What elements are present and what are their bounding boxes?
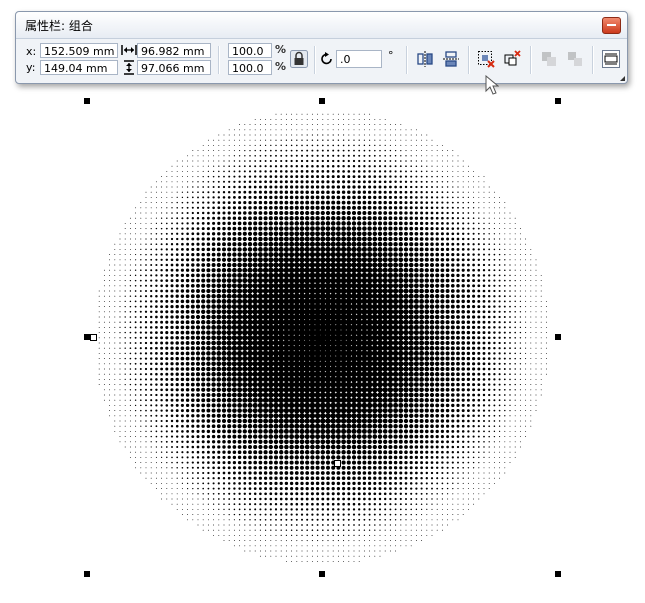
y-position-input[interactable]: 149.04 mm	[40, 60, 118, 75]
selection-handle-bottom-left[interactable]	[84, 571, 90, 577]
mirror-vertical-icon[interactable]	[442, 50, 460, 68]
break-apart-icon	[568, 52, 582, 66]
selection-handle-top-right[interactable]	[555, 98, 561, 104]
mouse-pointer-icon	[485, 75, 499, 95]
separator	[592, 46, 594, 74]
selection-handle-top-center[interactable]	[319, 98, 325, 104]
selection-handle-top-left[interactable]	[84, 98, 90, 104]
selection-handle-bottom-right[interactable]	[555, 571, 561, 577]
group-icon[interactable]	[477, 50, 495, 68]
rotate-icon	[321, 52, 332, 65]
separator	[406, 46, 408, 74]
rotation-input[interactable]: .0	[336, 50, 382, 68]
rotation-center-icon[interactable]	[317, 333, 327, 343]
percent-x-label: %	[275, 43, 287, 56]
property-bar-window: 属性栏: 组合 x: 152.509 mm y: 149.04 mm 96.98…	[15, 11, 628, 84]
mirror-horizontal-icon[interactable]	[416, 50, 434, 68]
separator	[218, 46, 220, 74]
degree-label: °	[388, 49, 394, 62]
scale-x-input[interactable]: 100.0	[228, 43, 272, 58]
combine-icon	[542, 52, 556, 66]
separator	[314, 46, 316, 74]
width-arrows-icon	[121, 45, 137, 55]
node-handle-left[interactable]	[90, 334, 97, 341]
separator	[468, 46, 470, 74]
window-title: 属性栏: 组合	[25, 19, 93, 33]
width-input[interactable]: 96.982 mm	[137, 43, 211, 58]
height-input[interactable]: 97.066 mm	[137, 60, 211, 75]
title-bar[interactable]: 属性栏: 组合	[16, 12, 627, 39]
wrap-text-icon[interactable]	[602, 50, 620, 68]
dropdown-corner-icon[interactable]	[620, 76, 625, 81]
selection-handle-bottom-center[interactable]	[319, 571, 325, 577]
selection-handle-middle-right[interactable]	[555, 334, 561, 340]
x-position-input[interactable]: 152.509 mm	[40, 43, 118, 58]
separator	[530, 46, 532, 74]
lock-ratio-icon[interactable]	[290, 50, 308, 68]
toolbar: x: 152.509 mm y: 149.04 mm 96.982 mm 97.…	[20, 40, 623, 80]
y-label: y:	[26, 61, 36, 74]
close-button[interactable]	[602, 17, 621, 34]
node-handle-lower[interactable]	[334, 460, 341, 467]
x-label: x:	[26, 45, 37, 58]
height-arrows-icon	[124, 60, 134, 75]
percent-y-label: %	[275, 60, 287, 73]
drawing-canvas[interactable]	[0, 0, 645, 603]
ungroup-icon[interactable]	[503, 50, 521, 68]
scale-y-input[interactable]: 100.0	[228, 60, 272, 75]
halftone-circle-graphic[interactable]	[0, 0, 645, 603]
